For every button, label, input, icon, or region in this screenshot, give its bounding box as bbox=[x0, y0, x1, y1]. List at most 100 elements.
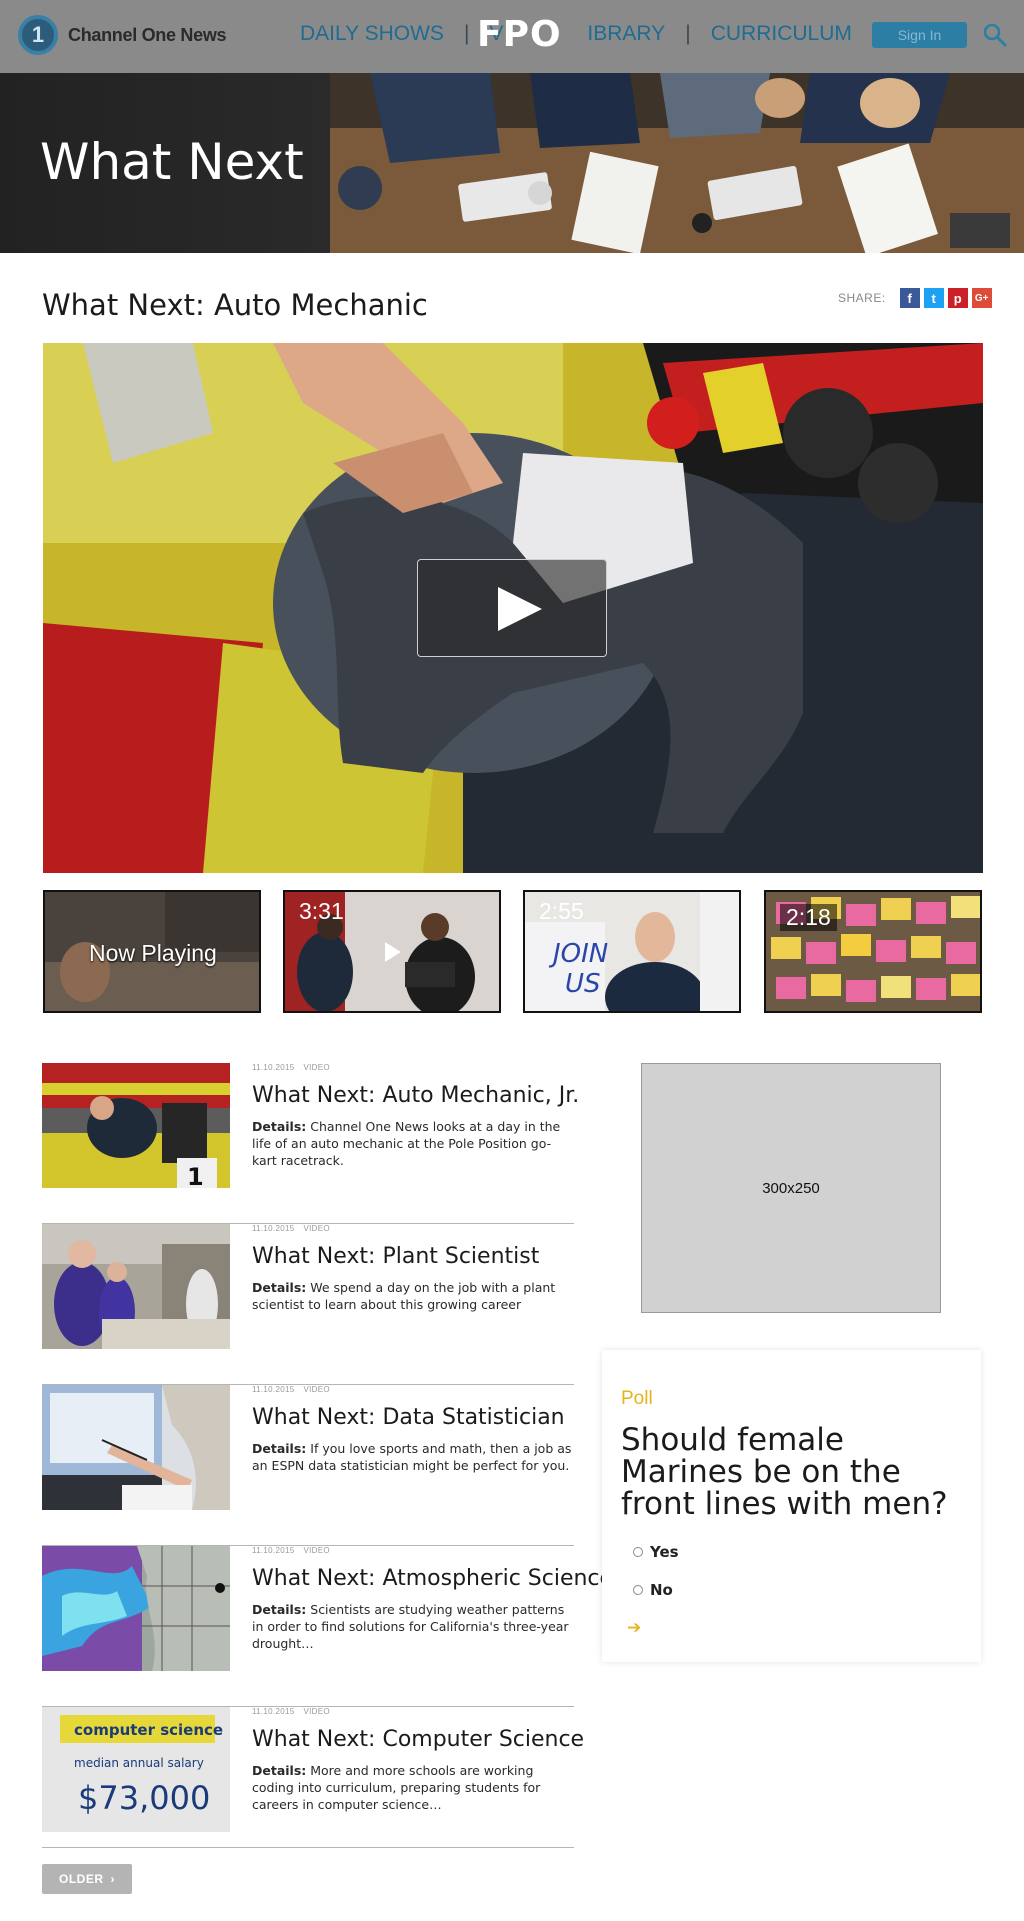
chevron-right-icon: › bbox=[110, 1872, 115, 1886]
poll-option-label: Yes bbox=[650, 1543, 679, 1561]
play-button[interactable] bbox=[417, 559, 607, 657]
twitter-icon[interactable]: t bbox=[923, 288, 944, 308]
google-plus-icon[interactable]: G+ bbox=[971, 288, 992, 308]
article-date: 11.10.2015 bbox=[252, 1546, 295, 1555]
cs-thumb-line2: median annual salary bbox=[74, 1756, 204, 1770]
duration-label: 3:31 bbox=[299, 898, 344, 924]
poll-option-label: No bbox=[650, 1581, 673, 1599]
plant-scientist-thumbnail bbox=[42, 1224, 230, 1349]
article-meta: 11.10.2015 VIDEO bbox=[252, 1546, 339, 1555]
data-statistician-thumbnail bbox=[42, 1385, 230, 1510]
facebook-icon[interactable]: f bbox=[899, 288, 920, 308]
article-type: VIDEO bbox=[303, 1385, 330, 1394]
list-item[interactable]: computer science median annual salary $7… bbox=[42, 1707, 584, 1848]
auto-mechanic-thumbnail: 1 bbox=[42, 1063, 230, 1188]
poll-widget: Poll Should female Marines be on the fro… bbox=[602, 1350, 981, 1662]
channel-one-logo[interactable]: 1 Channel One News bbox=[18, 13, 227, 57]
article-title[interactable]: What Next: Plant Scientist bbox=[252, 1244, 539, 1269]
poll-label: Poll bbox=[621, 1388, 653, 1409]
hero-office-photo bbox=[330, 73, 1024, 253]
article-meta: 11.10.2015 VIDEO bbox=[252, 1385, 339, 1394]
article-date: 11.10.2015 bbox=[252, 1063, 295, 1072]
details-label: Details: bbox=[252, 1602, 307, 1617]
top-navigation-bar: 1 Channel One News DAILY SHOWS | V IBRAR… bbox=[0, 0, 1024, 73]
duration-label: 2:55 bbox=[539, 898, 584, 924]
article-thumbnail[interactable]: computer science median annual salary $7… bbox=[42, 1707, 230, 1832]
article-title[interactable]: What Next: Data Statistician bbox=[252, 1405, 565, 1430]
article-meta: 11.10.2015 VIDEO bbox=[252, 1063, 339, 1072]
cs-thumb-line1: computer science bbox=[74, 1721, 223, 1739]
older-button[interactable]: OLDER › bbox=[42, 1864, 132, 1894]
svg-text:JOIN: JOIN bbox=[548, 939, 608, 969]
play-icon bbox=[498, 587, 542, 631]
page-title: What Next: Auto Mechanic bbox=[42, 288, 428, 322]
nav-daily-shows[interactable]: DAILY SHOWS bbox=[300, 22, 444, 46]
svg-text:US: US bbox=[565, 969, 601, 999]
hero-banner: What Next bbox=[0, 73, 1024, 253]
ad-placeholder[interactable]: 300x250 bbox=[641, 1063, 941, 1313]
list-item[interactable]: 11.10.2015 VIDEO What Next: Plant Scienti… bbox=[42, 1224, 574, 1385]
playlist-item-now-playing[interactable]: Now Playing bbox=[43, 890, 261, 1013]
hero-title: What Next bbox=[40, 133, 304, 191]
list-item[interactable]: 1 11.10.2015 VIDEO What Next: Auto Mechan… bbox=[42, 1063, 579, 1224]
playlist-item[interactable]: JOIN US 2:55 bbox=[523, 890, 741, 1013]
now-playing-label: Now Playing bbox=[89, 940, 217, 966]
sign-in-button[interactable]: Sign In bbox=[872, 22, 967, 48]
article-thumbnail[interactable]: 1 bbox=[42, 1063, 230, 1188]
nav-library[interactable]: IBRARY bbox=[587, 22, 665, 46]
logo-mark: 1 bbox=[18, 15, 58, 55]
article-thumbnail[interactable] bbox=[42, 1385, 230, 1510]
details-label: Details: bbox=[252, 1280, 307, 1295]
article-description: Details: If you love sports and math, th… bbox=[252, 1440, 574, 1474]
nav-curriculum[interactable]: CURRICULUM bbox=[711, 22, 852, 46]
share-label: SHARE: bbox=[838, 291, 886, 305]
pinterest-icon[interactable]: p bbox=[947, 288, 968, 308]
search-icon[interactable] bbox=[982, 22, 1008, 48]
article-meta: 11.10.2015 VIDEO bbox=[252, 1224, 339, 1233]
poll-option-no[interactable]: No bbox=[633, 1581, 673, 1599]
article-description: Details: Channel One News looks at a day… bbox=[252, 1118, 574, 1169]
list-item[interactable]: 11.10.2015 VIDEO What Next: Data Statisti… bbox=[42, 1385, 574, 1546]
article-meta: 11.10.2015 VIDEO bbox=[252, 1707, 339, 1716]
playlist: Now Playing 3:31 JOIN US 2:55 2:18 bbox=[43, 890, 983, 1013]
radio-button[interactable] bbox=[633, 1585, 643, 1595]
article-title[interactable]: What Next: Computer Science bbox=[252, 1727, 584, 1752]
cs-thumb-line3: $73,000 bbox=[78, 1779, 210, 1817]
poll-option-yes[interactable]: Yes bbox=[633, 1543, 679, 1561]
arrow-right-icon[interactable]: ➔ bbox=[627, 1618, 641, 1638]
playlist-item[interactable]: 2:18 bbox=[764, 890, 982, 1013]
atmospheric-science-thumbnail bbox=[42, 1546, 230, 1671]
article-description: Details: We spend a day on the job with … bbox=[252, 1279, 574, 1313]
article-title[interactable]: What Next: Atmospheric Science bbox=[252, 1566, 613, 1591]
article-type: VIDEO bbox=[303, 1546, 330, 1555]
article-list: 1 11.10.2015 VIDEO What Next: Auto Mechan… bbox=[42, 1063, 613, 1848]
main-nav: DAILY SHOWS | V IBRARY | CURRICULUM bbox=[300, 22, 852, 46]
older-label: OLDER bbox=[59, 1872, 104, 1886]
video-player[interactable] bbox=[43, 343, 983, 873]
article-date: 11.10.2015 bbox=[252, 1707, 295, 1716]
radio-button[interactable] bbox=[633, 1547, 643, 1557]
playlist-item[interactable]: 3:31 bbox=[283, 890, 501, 1013]
details-label: Details: bbox=[252, 1763, 307, 1778]
computer-science-thumbnail: computer science median annual salary $7… bbox=[42, 1707, 230, 1832]
article-description: Details: More and more schools are worki… bbox=[252, 1762, 574, 1813]
share-bar: SHARE: f t p G+ bbox=[838, 288, 992, 308]
logo-text: Channel One News bbox=[68, 24, 227, 45]
article-thumbnail[interactable] bbox=[42, 1546, 230, 1671]
article-description: Details: Scientists are studying weather… bbox=[252, 1601, 574, 1652]
article-type: VIDEO bbox=[303, 1707, 330, 1716]
article-date: 11.10.2015 bbox=[252, 1385, 295, 1394]
details-label: Details: bbox=[252, 1441, 307, 1456]
article-title[interactable]: What Next: Auto Mechanic, Jr. bbox=[252, 1083, 579, 1108]
nav-separator: | bbox=[463, 22, 470, 45]
duration-label: 2:18 bbox=[780, 904, 837, 931]
article-date: 11.10.2015 bbox=[252, 1224, 295, 1233]
list-item[interactable]: 11.10.2015 VIDEO What Next: Atmospheric S… bbox=[42, 1546, 613, 1707]
article-thumbnail[interactable] bbox=[42, 1224, 230, 1349]
fpo-placeholder: FPO bbox=[477, 14, 562, 55]
poll-question: Should female Marines be on the front li… bbox=[621, 1422, 948, 1522]
article-type: VIDEO bbox=[303, 1224, 330, 1233]
nav-separator: | bbox=[685, 22, 691, 45]
details-label: Details: bbox=[252, 1119, 307, 1134]
play-icon bbox=[385, 942, 401, 962]
